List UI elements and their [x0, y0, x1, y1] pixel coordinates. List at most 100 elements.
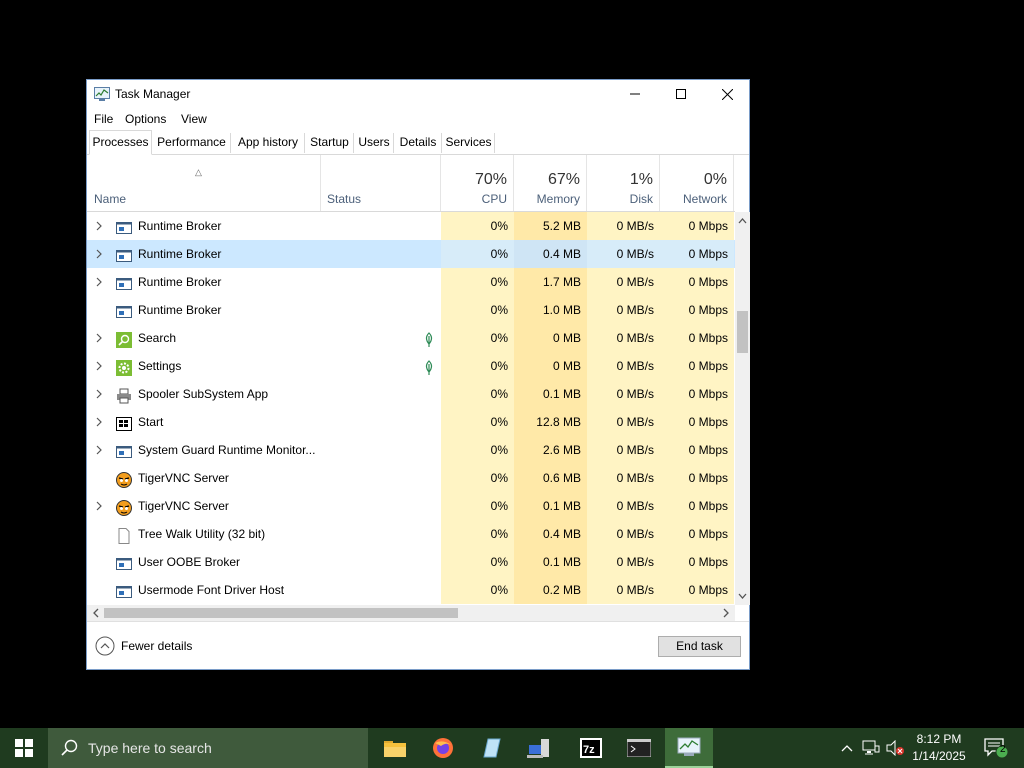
terminal-button[interactable]	[615, 728, 663, 768]
process-status-cell	[321, 380, 441, 408]
process-row[interactable]: Search 0% 0 MB 0 MB/s 0 Mbps	[87, 324, 735, 352]
show-hidden-icons-button[interactable]	[836, 728, 858, 768]
tab-performance[interactable]: Performance	[153, 133, 231, 153]
process-status-cell	[321, 324, 441, 352]
7zip-icon: 7z	[580, 738, 602, 758]
title-bar[interactable]: Task Manager	[87, 80, 749, 108]
cpu-cell: 0%	[441, 268, 514, 296]
start-button[interactable]	[0, 728, 48, 768]
process-row[interactable]: System Guard Runtime Monitor... 0% 2.6 MB 0…	[87, 436, 735, 464]
menu-view[interactable]: View	[181, 112, 207, 126]
tab-details[interactable]: Details	[395, 133, 442, 153]
network-cell: 0 Mbps	[660, 240, 734, 268]
search-app-icon	[116, 330, 132, 348]
start-icon	[116, 414, 132, 431]
tab-users[interactable]: Users	[355, 133, 394, 153]
process-name-cell: Tree Walk Utility (32 bit)	[87, 520, 321, 548]
process-status-cell	[321, 296, 441, 324]
process-row[interactable]: Runtime Broker 0% 1.7 MB 0 MB/s 0 Mbps	[87, 268, 735, 296]
process-row[interactable]: User OOBE Broker 0% 0.1 MB 0 MB/s 0 Mbps	[87, 548, 735, 576]
7zip-button[interactable]: 7z	[567, 728, 615, 768]
memory-cell: 0.6 MB	[514, 464, 587, 492]
column-cpu[interactable]: 70% CPU	[441, 155, 514, 211]
network-label: Network	[682, 192, 727, 206]
process-row[interactable]: TigerVNC Server 0% 0.1 MB 0 MB/s 0 Mbps	[87, 492, 735, 520]
column-name-label: Name	[94, 192, 127, 206]
process-row[interactable]: Usermode Font Driver Host 0% 0.2 MB 0 MB/s 0…	[87, 576, 735, 604]
column-disk[interactable]: 1% Disk	[587, 155, 660, 211]
notification-count: 2	[1000, 744, 1006, 755]
tab-app-history[interactable]: App history	[232, 133, 305, 153]
column-network[interactable]: 0% Network	[660, 155, 734, 211]
search-placeholder: Type here to search	[88, 740, 212, 756]
network-tray-button[interactable]	[860, 728, 882, 768]
network-cell: 0 Mbps	[660, 212, 734, 240]
settings-gear-icon	[116, 358, 132, 376]
horizontal-scrollbar[interactable]	[87, 605, 735, 621]
process-row[interactable]: Start 0% 12.8 MB 0 MB/s 0 Mbps	[87, 408, 735, 436]
notepad-icon	[483, 738, 501, 758]
disk-cell: 0 MB/s	[587, 576, 660, 604]
process-status-cell	[321, 436, 441, 464]
column-status[interactable]: Status	[321, 155, 441, 211]
network-cell: 0 Mbps	[660, 352, 734, 380]
process-name-cell: Start	[87, 408, 321, 436]
scroll-up-icon[interactable]	[735, 214, 750, 228]
column-header: △ Name Status 70% CPU 67% Memory 1% Disk…	[87, 155, 735, 212]
process-list: Runtime Broker 0% 5.2 MB 0 MB/s 0 Mbps Runtim…	[87, 212, 735, 605]
cpu-label: CPU	[481, 192, 507, 206]
close-button[interactable]	[704, 80, 750, 108]
memory-cell: 0 MB	[514, 352, 587, 380]
network-cell: 0 Mbps	[660, 296, 734, 324]
editor-button[interactable]	[467, 728, 515, 768]
tab-startup[interactable]: Startup	[306, 133, 354, 153]
clock[interactable]: 8:12 PM 1/14/2025	[906, 731, 972, 765]
horizontal-scroll-thumb[interactable]	[104, 608, 458, 618]
memory-cell: 0.1 MB	[514, 548, 587, 576]
minimize-button[interactable]	[612, 80, 658, 108]
task-manager-taskbar-button[interactable]	[665, 728, 713, 768]
column-name[interactable]: △ Name	[87, 155, 321, 211]
memory-cell: 12.8 MB	[514, 408, 587, 436]
firefox-button[interactable]	[419, 728, 467, 768]
column-memory[interactable]: 67% Memory	[514, 155, 587, 211]
network-app-button[interactable]	[515, 728, 563, 768]
process-name: Usermode Font Driver Host	[138, 583, 285, 597]
process-row[interactable]: Spooler SubSystem App 0% 0.1 MB 0 MB/s 0 Mbp…	[87, 380, 735, 408]
end-task-button[interactable]: End task	[658, 636, 741, 657]
task-manager-icon	[677, 737, 701, 756]
menu-options[interactable]: Options	[125, 112, 166, 126]
tigervnc-icon	[116, 470, 132, 488]
network-icon	[862, 740, 880, 755]
process-row[interactable]: Runtime Broker 0% 5.2 MB 0 MB/s 0 Mbps	[87, 212, 735, 240]
maximize-button[interactable]	[658, 80, 704, 108]
chevron-up-icon	[841, 745, 853, 752]
cpu-total: 70%	[474, 171, 507, 188]
process-status-cell	[321, 408, 441, 436]
process-name-cell: Runtime Broker	[87, 296, 321, 324]
menu-file[interactable]: File	[94, 112, 113, 126]
volume-tray-button[interactable]	[884, 728, 906, 768]
process-row[interactable]: Tree Walk Utility (32 bit) 0% 0.4 MB 0 MB/s…	[87, 520, 735, 548]
scroll-down-icon[interactable]	[735, 589, 750, 603]
scroll-left-icon[interactable]	[89, 605, 103, 621]
vertical-scroll-thumb[interactable]	[737, 311, 748, 353]
process-name: TigerVNC Server	[138, 499, 229, 513]
process-row[interactable]: Settings 0% 0 MB 0 MB/s 0 Mbps	[87, 352, 735, 380]
memory-cell: 5.2 MB	[514, 212, 587, 240]
process-row[interactable]: Runtime Broker 0% 1.0 MB 0 MB/s 0 Mbps	[87, 296, 735, 324]
close-icon	[721, 88, 733, 100]
scroll-right-icon[interactable]	[719, 605, 733, 621]
tab-processes[interactable]: Processes	[89, 130, 152, 155]
memory-cell: 0.2 MB	[514, 576, 587, 604]
file-explorer-button[interactable]	[371, 728, 419, 768]
fewer-details-button[interactable]: Fewer details	[95, 636, 192, 656]
tab-services[interactable]: Services	[443, 133, 495, 153]
task-manager-icon	[94, 87, 110, 101]
process-row[interactable]: Runtime Broker 0% 0.4 MB 0 MB/s 0 Mbps	[87, 240, 735, 268]
memory-cell: 0.1 MB	[514, 492, 587, 520]
vertical-scrollbar[interactable]	[735, 212, 750, 605]
process-row[interactable]: TigerVNC Server 0% 0.6 MB 0 MB/s 0 Mbps	[87, 464, 735, 492]
taskbar-search-box[interactable]: Type here to search	[48, 728, 368, 768]
action-center-button[interactable]: 2	[978, 728, 1014, 768]
